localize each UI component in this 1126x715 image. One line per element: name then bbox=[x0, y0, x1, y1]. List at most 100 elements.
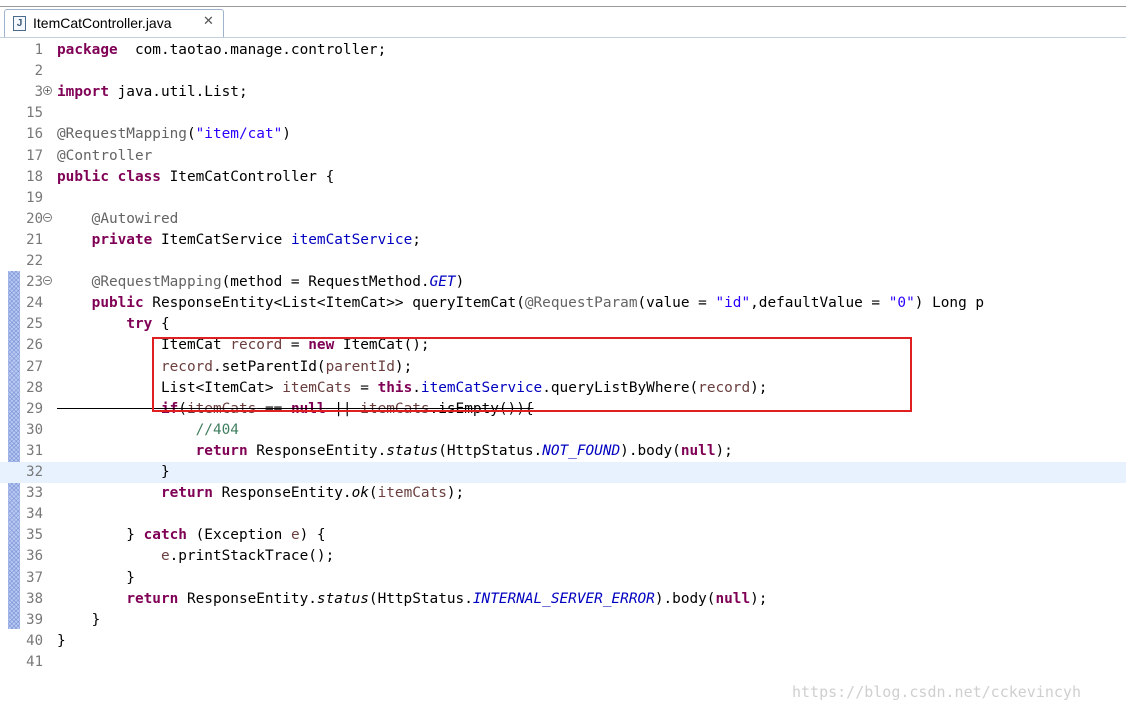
code-token: record bbox=[160, 358, 213, 375]
watermark: https://blog.csdn.net/cckevincyh bbox=[792, 683, 1081, 701]
code-token: itemCats bbox=[282, 379, 352, 396]
code-line[interactable]: 37 } bbox=[0, 568, 1126, 589]
code-token: NOT_FOUND bbox=[542, 442, 621, 459]
code-line[interactable]: 35 } catch (Exception e) { bbox=[0, 525, 1126, 546]
code-token: ( bbox=[186, 126, 196, 143]
code-token: (Exception bbox=[186, 527, 291, 544]
code-token: com.taotao.manage.controller; bbox=[117, 42, 387, 58]
code-line[interactable]: 31 return ResponseEntity.status(HttpStat… bbox=[0, 441, 1126, 462]
line-number: 32 bbox=[26, 464, 43, 480]
line-number: 31 bbox=[26, 442, 43, 459]
code-token: ); bbox=[446, 485, 465, 502]
code-line[interactable]: 40} bbox=[0, 631, 1126, 652]
code-token: itemCatService bbox=[290, 231, 413, 248]
code-text: @Controller bbox=[57, 146, 152, 167]
code-line[interactable]: 20− @Autowired bbox=[0, 209, 1126, 230]
line-number: 21 bbox=[26, 231, 43, 248]
code-token: this bbox=[377, 379, 413, 396]
line-number: 29 bbox=[26, 400, 43, 417]
code-line[interactable]: 15 bbox=[0, 103, 1126, 124]
code-line[interactable]: 19 bbox=[0, 188, 1126, 209]
code-line[interactable]: 26 ItemCat record = new ItemCat(); bbox=[0, 335, 1126, 356]
code-text: ItemCat record = new ItemCat(); bbox=[57, 335, 430, 356]
code-line[interactable]: 16 @RequestMapping("item/cat") bbox=[0, 124, 1126, 145]
code-text: @RequestMapping(method = RequestMethod.G… bbox=[57, 272, 465, 293]
line-number: 15 bbox=[26, 105, 43, 122]
code-text: package com.taotao.manage.controller; bbox=[57, 40, 386, 61]
code-line[interactable]: 2 bbox=[0, 61, 1126, 82]
code-token: return bbox=[160, 485, 213, 502]
code-text: } bbox=[57, 631, 66, 652]
code-token: null bbox=[715, 590, 751, 607]
code-token: ); bbox=[750, 590, 768, 607]
code-line[interactable]: 41 bbox=[0, 652, 1126, 673]
code-line[interactable]: 36 e.printStackTrace(); bbox=[0, 546, 1126, 567]
code-token: } bbox=[57, 527, 144, 544]
code-token: "0" bbox=[888, 295, 915, 312]
code-text: @RequestMapping("item/cat") bbox=[57, 124, 291, 145]
code-token: public bbox=[91, 295, 144, 312]
code-line[interactable]: 1 package com.taotao.manage.controller; bbox=[0, 40, 1126, 61]
code-text: } bbox=[57, 568, 135, 589]
code-line[interactable]: 28 List<ItemCat> itemCats = this.itemCat… bbox=[0, 378, 1126, 399]
code-line[interactable]: 22 bbox=[0, 251, 1126, 272]
code-token: itemCatService bbox=[420, 379, 543, 396]
code-token: if bbox=[160, 400, 179, 417]
code-line[interactable]: 38 return ResponseEntity.status(HttpStat… bbox=[0, 589, 1126, 610]
line-number: 26 bbox=[26, 337, 43, 354]
collapse-icon[interactable]: − bbox=[43, 212, 52, 222]
code-line[interactable]: 39 } bbox=[0, 610, 1126, 631]
code-token: ( bbox=[368, 485, 378, 502]
close-icon[interactable]: ✕ bbox=[203, 14, 214, 29]
code-text: private ItemCatService itemCatService; bbox=[57, 230, 421, 251]
code-token: } bbox=[57, 569, 135, 586]
code-line[interactable]: 27 record.setParentId(parentId); bbox=[0, 357, 1126, 378]
code-line[interactable]: 32 } bbox=[0, 462, 1126, 483]
code-line[interactable]: 24 public ResponseEntity<List<ItemCat>> … bbox=[0, 293, 1126, 314]
code-line[interactable]: 3 + import java.util.List; bbox=[0, 82, 1126, 103]
editor-tab-bar: J ItemCatController.java ✕ bbox=[0, 7, 1126, 37]
code-text: e.printStackTrace(); bbox=[57, 546, 334, 567]
code-token: ResponseEntity. bbox=[212, 485, 352, 502]
code-token: ; bbox=[412, 231, 421, 248]
code-token: GET bbox=[429, 274, 456, 291]
code-line[interactable]: 25 try { bbox=[0, 314, 1126, 335]
code-text: import java.util.List; bbox=[57, 82, 248, 103]
code-token: class bbox=[117, 168, 161, 185]
tab-itemcatcontroller[interactable]: J ItemCatController.java ✕ bbox=[4, 9, 224, 37]
code-token: itemCats bbox=[360, 400, 430, 417]
line-number: 38 bbox=[26, 590, 43, 607]
code-line[interactable]: 33 return ResponseEntity.ok(itemCats); bbox=[0, 483, 1126, 504]
code-text: //404 bbox=[57, 420, 239, 441]
code-token: @Autowired bbox=[91, 210, 179, 227]
line-number: 25 bbox=[26, 316, 43, 333]
code-token: package bbox=[57, 42, 118, 58]
code-editor[interactable]: 1 package com.taotao.manage.controller; 2 3… bbox=[0, 38, 1126, 715]
code-line[interactable]: 34 bbox=[0, 504, 1126, 525]
code-token: ); bbox=[715, 442, 733, 459]
line-number: 36 bbox=[26, 548, 43, 565]
code-token: return bbox=[126, 590, 179, 607]
collapse-icon[interactable]: − bbox=[43, 276, 52, 286]
code-token: @Controller bbox=[57, 147, 153, 164]
code-line[interactable]: 18 public class ItemCatController { bbox=[0, 167, 1126, 188]
code-line[interactable]: 21 private ItemCatService itemCatService… bbox=[0, 230, 1126, 251]
code-line[interactable]: 29 if(itemCats == null || itemCats.isEmp… bbox=[0, 399, 1126, 420]
code-line[interactable]: 23− @RequestMapping(method = RequestMeth… bbox=[0, 272, 1126, 293]
code-token: ) bbox=[282, 126, 291, 143]
code-token: ItemCat bbox=[57, 337, 231, 354]
tab-title: ItemCatController.java bbox=[33, 15, 172, 31]
code-token: .setParentId( bbox=[212, 358, 326, 375]
expand-icon[interactable]: + bbox=[43, 86, 52, 96]
code-token: List<ItemCat> bbox=[57, 379, 283, 396]
code-line[interactable]: 17 @Controller bbox=[0, 146, 1126, 167]
line-number: 34 bbox=[26, 506, 43, 523]
line-number: 33 bbox=[26, 485, 43, 502]
code-line[interactable]: 30 //404 bbox=[0, 420, 1126, 441]
